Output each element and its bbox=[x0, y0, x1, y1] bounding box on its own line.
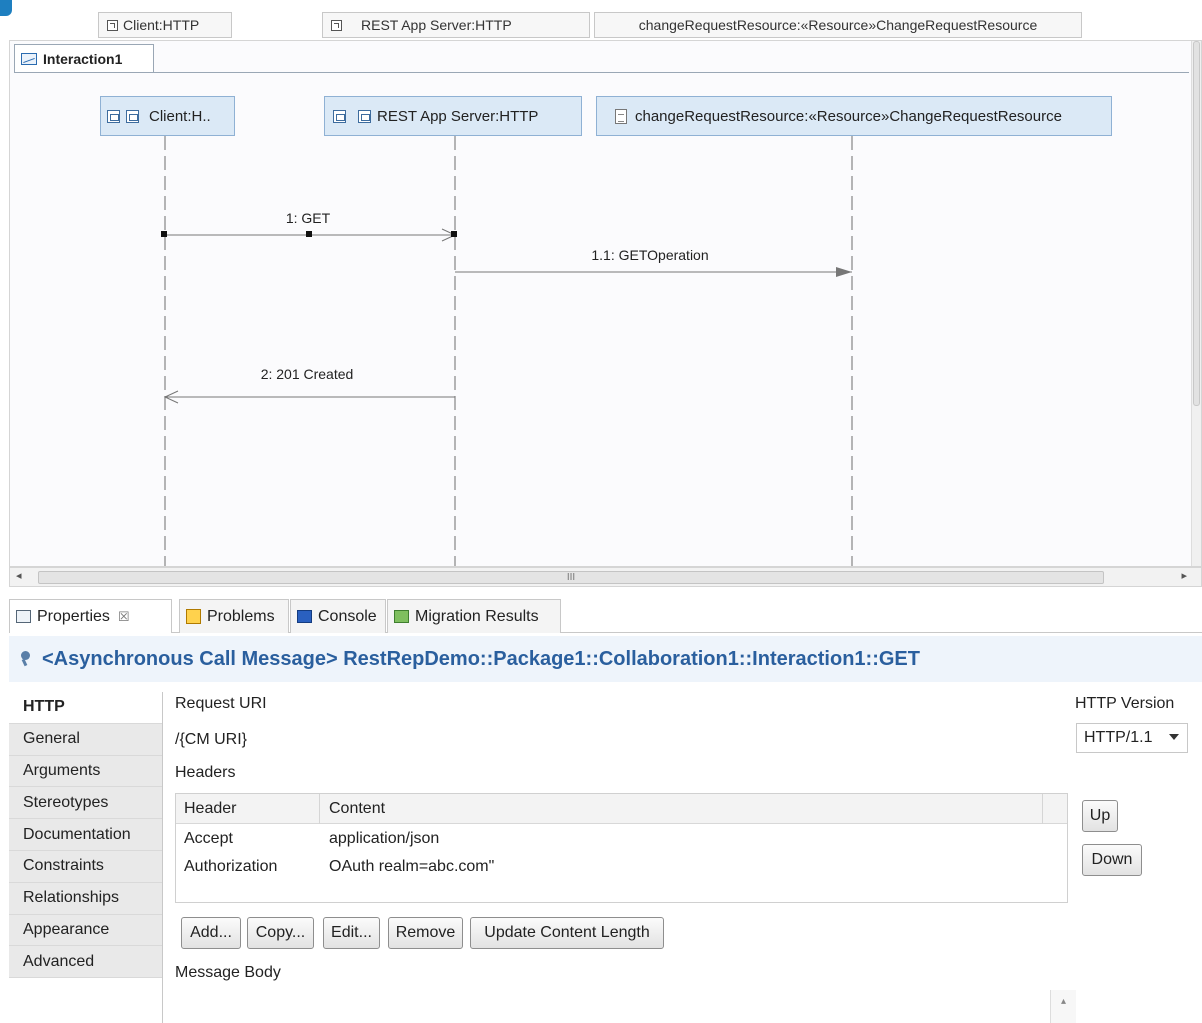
tab-properties[interactable]: Properties ☒ bbox=[9, 599, 172, 633]
message-label: 1: GET bbox=[286, 210, 331, 226]
tab-relationships[interactable]: Relationships bbox=[9, 882, 163, 915]
lifeline-link-icon bbox=[107, 19, 118, 31]
update-content-length-button[interactable]: Update Content Length bbox=[470, 917, 664, 949]
lifeline-head-server[interactable]: REST App Server:HTTP bbox=[324, 96, 582, 136]
message-body-label: Message Body bbox=[175, 964, 281, 981]
class-icon bbox=[358, 109, 371, 123]
lifeline-icon bbox=[333, 109, 346, 123]
add-button[interactable]: Add... bbox=[181, 917, 241, 949]
strip-cell-label: Client:HTTP bbox=[123, 17, 200, 33]
selection-handle[interactable] bbox=[161, 231, 167, 237]
lifeline-head-client[interactable]: Client:H.. bbox=[100, 96, 235, 136]
console-icon bbox=[297, 610, 312, 623]
headers-label: Headers bbox=[175, 764, 236, 781]
lifeline-label: REST App Server:HTTP bbox=[377, 107, 539, 125]
column-header[interactable]: Content bbox=[329, 800, 385, 818]
tab-label: Console bbox=[318, 607, 377, 625]
tab-list-divider bbox=[162, 692, 163, 1023]
message-body-scrollbar[interactable]: ▴ bbox=[1050, 990, 1076, 1023]
lifeline-head-resource[interactable]: changeRequestResource:«Resource»ChangeRe… bbox=[596, 96, 1112, 136]
edit-button[interactable]: Edit... bbox=[323, 917, 380, 949]
column-header[interactable]: Header bbox=[184, 800, 236, 818]
down-button[interactable]: Down bbox=[1082, 844, 1142, 876]
headers-table[interactable]: Header Content Accept application/json A… bbox=[175, 793, 1068, 903]
strip-cell-resource[interactable]: changeRequestResource:«Resource»ChangeRe… bbox=[594, 12, 1082, 38]
scrollbar-thumb[interactable]: III bbox=[38, 571, 1104, 584]
request-uri-value[interactable]: /{CM URI} bbox=[175, 731, 247, 749]
tab-migration-results[interactable]: Migration Results bbox=[387, 599, 561, 633]
scroll-right-icon[interactable]: ▸ bbox=[1181, 569, 1187, 582]
corner-mark bbox=[0, 0, 12, 16]
lifeline-label: changeRequestResource:«Resource»ChangeRe… bbox=[635, 107, 1062, 125]
strip-cell-server[interactable]: REST App Server:HTTP bbox=[322, 12, 590, 38]
properties-title: <Asynchronous Call Message> RestRepDemo:… bbox=[9, 636, 1202, 682]
problems-icon bbox=[186, 609, 201, 624]
close-icon[interactable]: ☒ bbox=[118, 609, 130, 625]
chevron-down-icon bbox=[1169, 734, 1179, 740]
scroll-grip-icon: III bbox=[566, 572, 576, 583]
content-cell: OAuth realm=abc.com" bbox=[329, 858, 495, 875]
http-version-value: HTTP/1.1 bbox=[1084, 729, 1153, 746]
scrollbar-thumb[interactable] bbox=[1193, 41, 1200, 406]
resource-document-icon bbox=[615, 108, 627, 124]
tab-label: Properties bbox=[37, 607, 110, 625]
column-divider[interactable] bbox=[1042, 794, 1043, 824]
message-element-icon bbox=[20, 651, 32, 667]
header-cell: Accept bbox=[184, 830, 233, 847]
properties-icon bbox=[16, 610, 31, 623]
tab-advanced[interactable]: Advanced bbox=[9, 946, 163, 979]
lifeline-link-icon bbox=[331, 19, 342, 31]
message-get[interactable]: 1: GET bbox=[161, 210, 457, 242]
table-row[interactable]: Accept application/json bbox=[176, 826, 1067, 854]
message-get-operation[interactable]: 1.1: GETOperation bbox=[455, 247, 852, 277]
message-label: 2: 201 Created bbox=[261, 366, 354, 382]
tab-problems[interactable]: Problems bbox=[179, 599, 289, 633]
tab-label: Migration Results bbox=[415, 607, 539, 625]
tab-stereotypes[interactable]: Stereotypes bbox=[9, 787, 163, 820]
diagram-vertical-scrollbar[interactable] bbox=[1191, 41, 1201, 566]
tab-console[interactable]: Console bbox=[290, 599, 386, 633]
tab-constraints[interactable]: Constraints bbox=[9, 850, 163, 883]
strip-cell-label: REST App Server:HTTP bbox=[361, 17, 512, 33]
message-201-created[interactable]: 2: 201 Created bbox=[163, 366, 455, 404]
lifeline-header-strip: Client:HTTP REST App Server:HTTP changeR… bbox=[0, 0, 1202, 40]
tab-documentation[interactable]: Documentation bbox=[9, 819, 163, 851]
migration-icon bbox=[394, 610, 409, 623]
diagram-horizontal-scrollbar[interactable]: ◂ III ▸ bbox=[9, 567, 1202, 587]
table-row[interactable]: Authorization OAuth realm=abc.com" bbox=[176, 854, 1067, 882]
http-version-label: HTTP Version bbox=[1075, 695, 1175, 712]
tab-appearance[interactable]: Appearance bbox=[9, 914, 163, 947]
diagram-canvas[interactable]: Interaction1 1: GET 1.1: GETOperation 2:… bbox=[9, 40, 1202, 567]
scroll-up-icon[interactable]: ▴ bbox=[1061, 996, 1066, 1007]
http-version-select[interactable]: HTTP/1.1 bbox=[1076, 723, 1188, 753]
strip-cell-client[interactable]: Client:HTTP bbox=[98, 12, 232, 38]
headers-table-header: Header Content bbox=[176, 794, 1067, 824]
request-uri-label: Request URI bbox=[175, 695, 267, 712]
remove-button[interactable]: Remove bbox=[388, 917, 463, 949]
tab-arguments[interactable]: Arguments bbox=[9, 755, 163, 788]
properties-title-text: <Asynchronous Call Message> RestRepDemo:… bbox=[42, 647, 920, 670]
properties-tab-list: HTTP General Arguments Stereotypes Docum… bbox=[9, 692, 163, 979]
lifeline-icon bbox=[107, 109, 120, 123]
scroll-left-icon[interactable]: ◂ bbox=[16, 569, 22, 582]
up-button[interactable]: Up bbox=[1082, 800, 1118, 832]
lifeline-label: Client:H.. bbox=[149, 107, 211, 125]
tab-label: Problems bbox=[207, 607, 275, 625]
class-icon bbox=[126, 109, 139, 123]
selection-handle[interactable] bbox=[451, 231, 457, 237]
view-tab-bar: Properties ☒ Problems Console Migration … bbox=[9, 599, 1202, 633]
selection-handle[interactable] bbox=[306, 231, 312, 237]
content-cell: application/json bbox=[329, 830, 440, 847]
strip-cell-label: changeRequestResource:«Resource»ChangeRe… bbox=[638, 17, 1038, 33]
header-cell: Authorization bbox=[184, 858, 278, 875]
tab-general[interactable]: General bbox=[9, 723, 163, 756]
copy-button[interactable]: Copy... bbox=[247, 917, 314, 949]
tab-http[interactable]: HTTP bbox=[9, 692, 163, 724]
column-divider[interactable] bbox=[319, 794, 320, 824]
message-label: 1.1: GETOperation bbox=[591, 247, 708, 263]
